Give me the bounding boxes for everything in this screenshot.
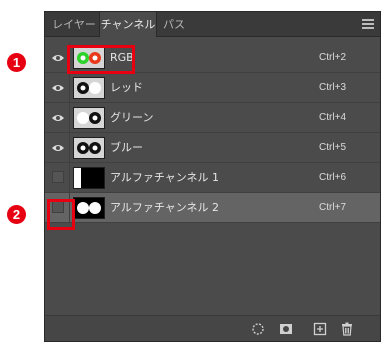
visibility-toggle[interactable] [45,163,70,193]
callout-badge-1: 1 [7,53,26,72]
channel-shortcut: Ctrl+3 [319,82,346,93]
channel-shortcut: Ctrl+6 [319,172,346,183]
channel-row-alpha-2[interactable]: アルファチャンネル 2 Ctrl+7 [45,193,380,223]
channel-row-blue[interactable]: ブルー Ctrl+5 [45,133,380,163]
channel-row-red[interactable]: レッド Ctrl+3 [45,73,380,103]
channel-row-green[interactable]: グリーン Ctrl+4 [45,103,380,133]
trash-icon[interactable] [340,322,354,336]
channel-shortcut: Ctrl+2 [319,52,346,63]
channel-thumbnail [73,77,105,99]
channel-shortcut: Ctrl+5 [319,142,346,153]
channel-row-alpha-1[interactable]: アルファチャンネル 1 Ctrl+6 [45,163,380,193]
eye-icon [52,55,64,61]
channel-shortcut: Ctrl+4 [319,112,346,123]
channel-name: アルファチャンネル 1 [110,171,220,184]
eye-icon [52,145,64,151]
channel-name: グリーン [110,111,154,124]
channel-thumbnail [73,167,105,189]
callout-box-rgb-thumbnail [67,45,135,74]
channel-name: レッド [110,81,143,94]
hamburger-menu-icon[interactable] [362,19,374,29]
callout-badge-2: 2 [7,205,26,224]
panel-tab-bar: レイヤー チャンネル パス [45,12,380,37]
callout-box-alpha2-visibility [47,199,75,230]
eye-icon [52,85,64,91]
visibility-box [52,171,64,183]
channel-thumbnail [73,137,105,159]
new-channel-icon[interactable] [313,322,327,336]
channel-thumbnail [73,107,105,129]
channel-thumbnail [73,197,105,219]
channel-name: アルファチャンネル 2 [110,201,220,214]
channel-shortcut: Ctrl+7 [319,202,346,213]
tab-channels[interactable]: チャンネル [99,12,157,37]
eye-icon [52,115,64,121]
visibility-toggle[interactable] [45,103,70,133]
visibility-toggle[interactable] [45,133,70,163]
panel-bottom-toolbar [45,315,380,341]
tab-paths[interactable]: パス [157,12,191,37]
tab-layers[interactable]: レイヤー [49,12,99,37]
visibility-toggle[interactable] [45,73,70,103]
load-selection-icon[interactable] [251,322,265,336]
channel-name: ブルー [110,141,143,154]
save-selection-icon[interactable] [279,322,293,336]
